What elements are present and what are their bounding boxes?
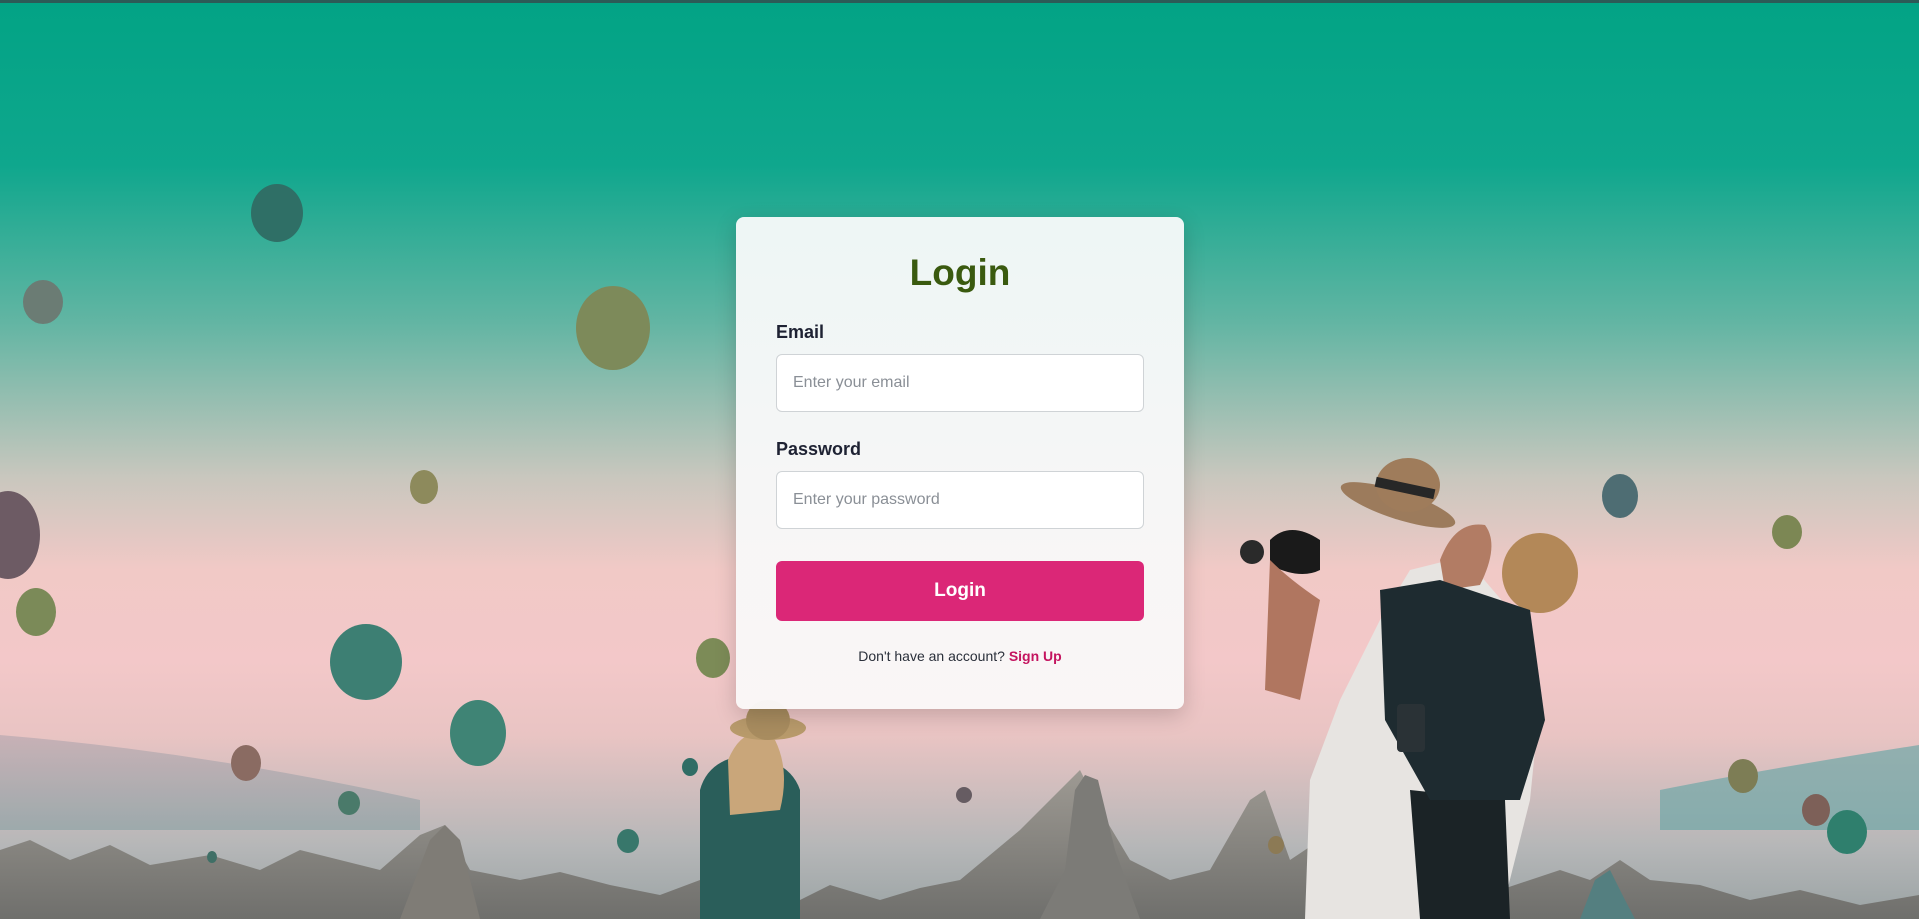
password-label: Password <box>776 439 862 459</box>
login-title: Login <box>909 252 1011 293</box>
cloud-layer <box>1660 745 1919 830</box>
email-field[interactable] <box>776 354 1144 412</box>
signup-row: Don't have an account? Sign Up <box>776 648 1144 664</box>
woman-figure <box>700 700 806 919</box>
signup-link[interactable]: Sign Up <box>1009 648 1062 664</box>
signup-prompt: Don't have an account? <box>858 648 1005 664</box>
password-field[interactable] <box>776 471 1144 529</box>
login-page: Login Email Password Login Don't have an… <box>0 0 1919 919</box>
login-button[interactable]: Login <box>776 561 1144 621</box>
cloud-layer <box>0 735 420 830</box>
login-card: Login Email Password Login Don't have an… <box>736 217 1184 709</box>
email-label: Email <box>776 322 825 342</box>
